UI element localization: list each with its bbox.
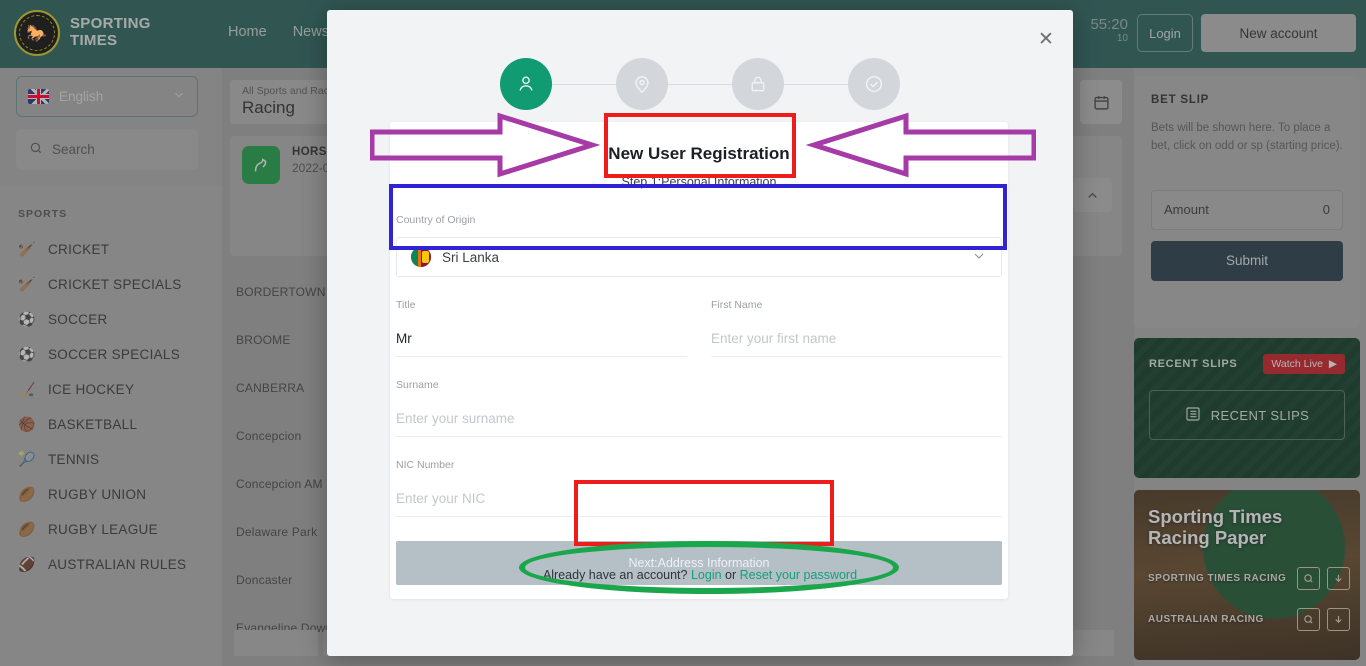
surname-label: Surname <box>396 379 439 391</box>
stepper-connector <box>668 83 732 85</box>
app-root: All Sports and Races Racing HORSE RA 202… <box>0 0 1366 666</box>
step-security[interactable] <box>732 58 784 110</box>
nic-input[interactable]: Enter your NIC <box>396 491 1002 517</box>
nic-field-block: NIC Number Enter your NIC <box>390 437 1008 517</box>
step-personal-information[interactable] <box>500 58 552 110</box>
registration-stepper <box>327 58 1073 110</box>
first-name-input[interactable]: Enter your first name <box>711 331 1002 357</box>
title-input[interactable]: Mr <box>396 331 687 357</box>
step-address-information[interactable] <box>616 58 668 110</box>
stepper-connector <box>552 83 616 85</box>
registration-form-card: New User Registration Step 1:Personal In… <box>390 122 1008 599</box>
title-field-block: Title Mr <box>396 277 699 357</box>
country-select[interactable]: Sri Lanka <box>396 237 1002 277</box>
nic-label: NIC Number <box>396 459 455 471</box>
title-label: Title <box>396 299 416 311</box>
chevron-down-icon <box>971 248 987 267</box>
first-name-label: First Name <box>711 299 763 311</box>
sri-lanka-flag-icon <box>411 247 431 267</box>
first-name-field-block: First Name Enter your first name <box>699 277 1002 357</box>
form-subtitle: Step 1:Personal Information <box>621 175 777 189</box>
footer-prefix: Already have an account? <box>542 568 691 582</box>
stepper-connector <box>784 83 848 85</box>
login-link[interactable]: Login <box>691 568 722 582</box>
country-field-block: Country of Origin Sri Lanka <box>390 214 1008 277</box>
footer-middle: or <box>721 568 740 582</box>
name-fields-row: Title Mr First Name Enter your first nam… <box>390 277 1008 357</box>
country-label: Country of Origin <box>396 214 476 226</box>
modal-footer: Already have an account? Login or Reset … <box>327 568 1073 582</box>
form-title: New User Registration <box>608 144 790 163</box>
surname-input[interactable]: Enter your surname <box>396 411 1002 437</box>
surname-field-block: Surname Enter your surname <box>390 357 1008 437</box>
reset-password-link[interactable]: Reset your password <box>740 568 857 582</box>
registration-modal: ✕ New User Registration Step 1:Personal … <box>327 10 1073 656</box>
close-icon[interactable]: ✕ <box>1033 26 1059 52</box>
step-confirm[interactable] <box>848 58 900 110</box>
country-value: Sri Lanka <box>442 249 500 265</box>
